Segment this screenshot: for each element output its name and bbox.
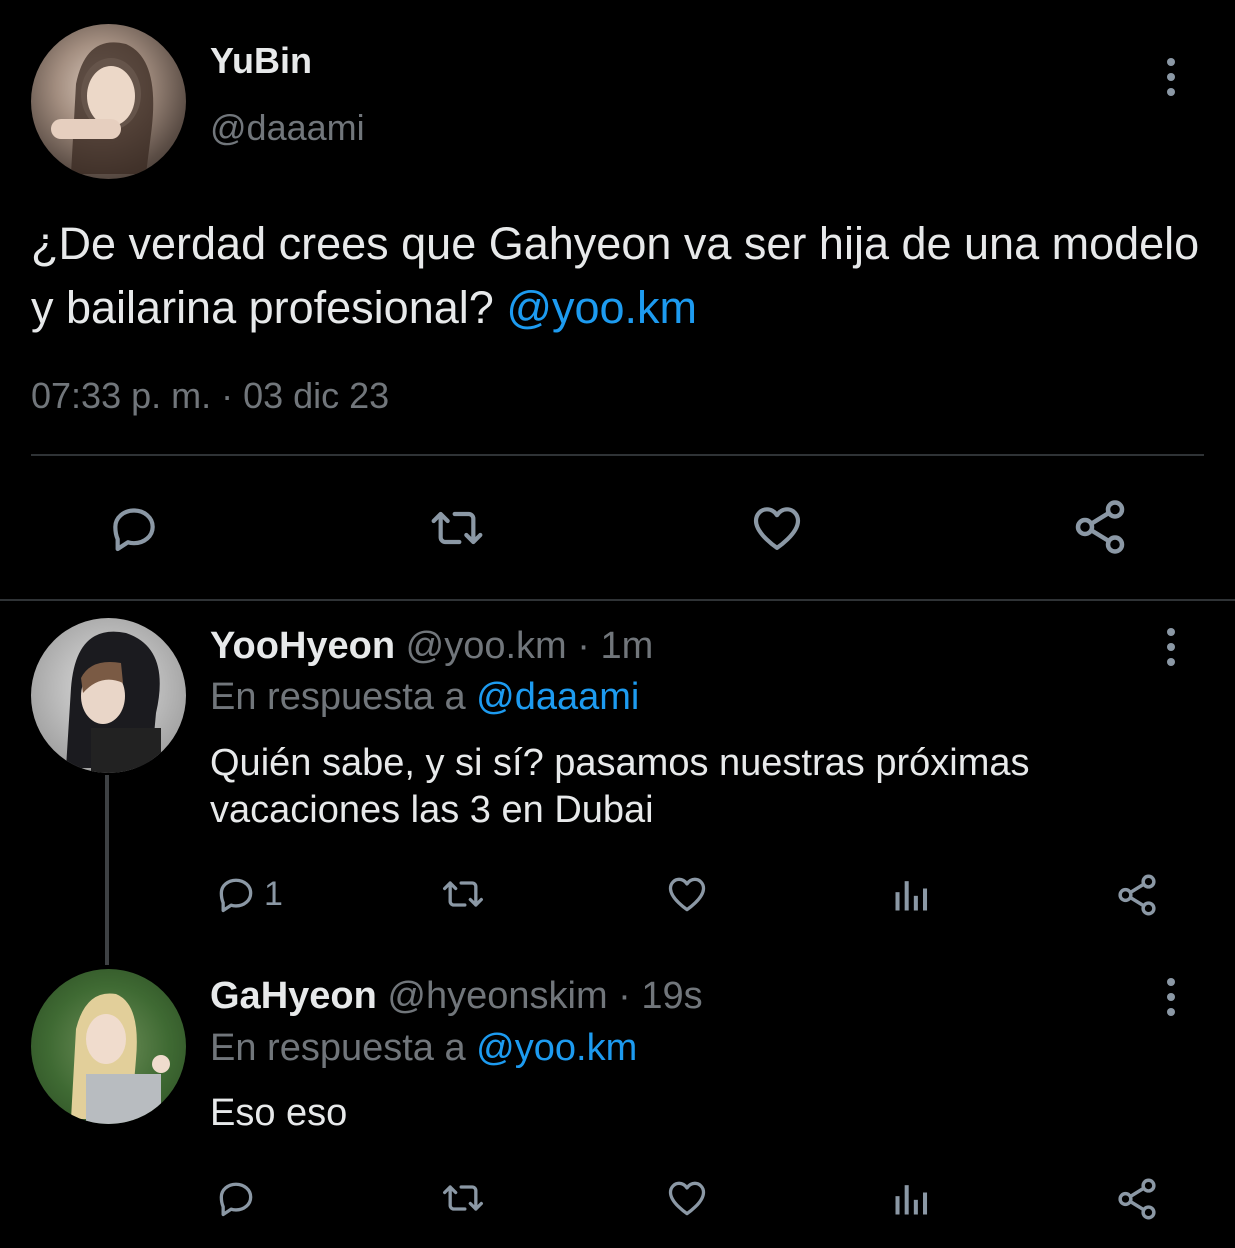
- handle[interactable]: @daaami: [210, 107, 365, 149]
- more-options-icon[interactable]: [1166, 978, 1176, 1016]
- time-ago[interactable]: · 1m: [567, 625, 653, 667]
- display-name[interactable]: GaHyeon: [210, 975, 377, 1017]
- analytics-icon[interactable]: [890, 1176, 934, 1220]
- share-icon[interactable]: [1070, 497, 1130, 557]
- mention-link[interactable]: @yoo.km: [506, 282, 697, 333]
- replying-to: En respuesta a @daaami: [210, 676, 639, 719]
- avatar-yubin[interactable]: [31, 24, 186, 179]
- analytics-icon[interactable]: [890, 872, 934, 916]
- handle[interactable]: @yoo.km: [406, 625, 567, 667]
- share-icon[interactable]: [1114, 1176, 1160, 1222]
- retweet-icon[interactable]: [437, 1176, 489, 1220]
- reply-icon[interactable]: [105, 500, 163, 556]
- time-ago[interactable]: · 19s: [608, 975, 703, 1017]
- reply-header: YooHyeon @yoo.km · 1m: [210, 625, 653, 668]
- reply-icon[interactable]: 1: [214, 872, 283, 916]
- section-divider: [0, 599, 1235, 601]
- display-name[interactable]: YooHyeon: [210, 625, 395, 667]
- reply-prefix: En respuesta a: [210, 1027, 477, 1069]
- reply-icon[interactable]: [214, 1176, 258, 1220]
- reply-count: 1: [264, 874, 283, 913]
- reply-text-line: vacaciones las 3 en Dubai: [210, 789, 654, 831]
- more-options-icon[interactable]: [1166, 628, 1176, 666]
- more-options-icon[interactable]: [1166, 58, 1176, 96]
- replying-to: En respuesta a @yoo.km: [210, 1027, 637, 1070]
- like-icon[interactable]: [748, 500, 806, 556]
- share-icon[interactable]: [1114, 872, 1160, 918]
- avatar-yoohyeon[interactable]: [31, 618, 186, 773]
- thread-line: [105, 775, 109, 965]
- reply-prefix: En respuesta a: [210, 676, 477, 718]
- avatar-gahyeon[interactable]: [31, 969, 186, 1124]
- reply-to-link[interactable]: @daaami: [476, 676, 639, 718]
- reply-to-link[interactable]: @yoo.km: [476, 1027, 637, 1069]
- divider: [31, 454, 1204, 456]
- retweet-icon[interactable]: [424, 500, 490, 556]
- retweet-icon[interactable]: [437, 872, 489, 916]
- reply-header: GaHyeon @hyeonskim · 19s: [210, 975, 703, 1018]
- handle[interactable]: @hyeonskim: [387, 975, 607, 1017]
- like-icon[interactable]: [664, 1176, 710, 1220]
- tweet-text: ¿De verdad crees que Gahyeon va ser hija…: [31, 212, 1211, 340]
- timestamp[interactable]: 07:33 p. m. · 03 dic 23: [31, 375, 389, 417]
- reply-text: Eso eso: [210, 1092, 348, 1134]
- reply-text: Quién sabe, y si sí? pasamos nuestras pr…: [210, 740, 1030, 834]
- display-name[interactable]: YuBin: [210, 40, 312, 82]
- like-icon[interactable]: [664, 872, 710, 916]
- reply-text-line: Quién sabe, y si sí? pasamos nuestras pr…: [210, 742, 1030, 784]
